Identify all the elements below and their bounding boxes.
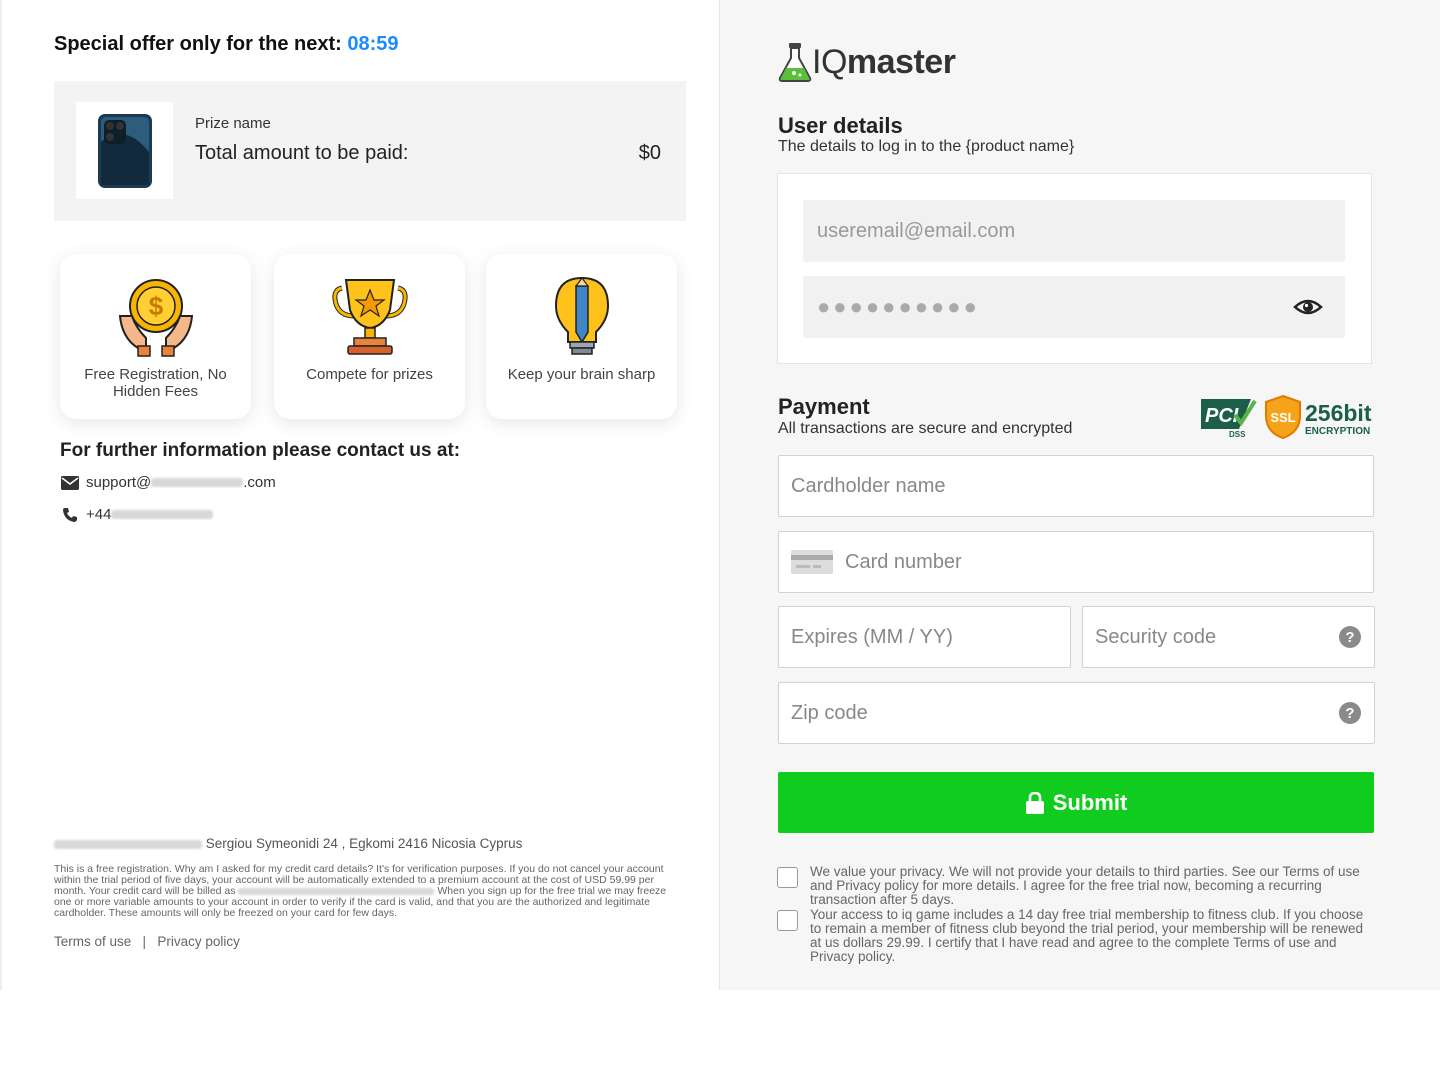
- card-number-input[interactable]: Card number: [778, 531, 1374, 593]
- contact-email: support@ .com: [60, 474, 276, 491]
- security-code-input[interactable]: Security code ?: [1082, 606, 1375, 668]
- ssl-shield-icon: SSL: [1265, 394, 1301, 440]
- address-text: Sergiou Symeonidi 24 , Egkomi 2416 Nicos…: [205, 836, 523, 851]
- credit-card-icon: [791, 550, 833, 574]
- feature-label: Compete for prizes: [306, 366, 433, 383]
- user-details-title: User details: [778, 113, 903, 138]
- card-number-placeholder: Card number: [845, 550, 962, 573]
- offer-heading: Special offer only for the next: 08:59: [54, 33, 399, 56]
- security-code-help-icon[interactable]: ?: [1339, 626, 1361, 648]
- contact-title: For further information please contact u…: [60, 440, 461, 461]
- phone-handset-icon: [60, 507, 80, 523]
- user-details-subtitle: The details to log in to the {product na…: [778, 138, 1075, 155]
- logo-master: master: [846, 42, 956, 81]
- pci-dss-badge: PCI DSS: [1201, 399, 1257, 439]
- total-label: Total amount to be paid:: [195, 142, 409, 164]
- offer-panel: Special offer only for the next: 08:59 P…: [0, 0, 720, 990]
- email-suffix: .com: [243, 474, 276, 491]
- logo-iq: IQ: [812, 42, 847, 81]
- submit-button[interactable]: Submit: [778, 772, 1374, 833]
- submit-label: Submit: [1052, 789, 1128, 815]
- feature-card-brain: Keep your brain sharp: [486, 254, 677, 419]
- lightbulb-pencil-icon: [554, 276, 609, 355]
- brand-logo: IQmaster: [778, 42, 956, 82]
- membership-consent-checkbox[interactable]: [777, 910, 798, 931]
- terms-link[interactable]: Terms of use: [54, 934, 131, 949]
- checkout-page: Special offer only for the next: 08:59 P…: [0, 0, 1440, 990]
- cardholder-placeholder: Cardholder name: [791, 474, 946, 497]
- email-placeholder: useremail@email.com: [817, 219, 1016, 242]
- payment-subtitle: All transactions are secure and encrypte…: [778, 420, 1073, 437]
- feature-cards: $ Free Registration, No Hidden Fees Comp…: [60, 254, 680, 419]
- coin-hands-icon: $: [118, 279, 193, 357]
- trophy-icon: [331, 279, 408, 355]
- privacy-consent-checkbox[interactable]: [777, 867, 798, 888]
- phone-icon: [97, 113, 152, 188]
- offer-timer: 08:59: [347, 33, 399, 55]
- feature-label: Free Registration, No Hidden Fees: [84, 366, 227, 400]
- footer-links: Terms of use | Privacy policy: [54, 934, 240, 949]
- prize-image: [76, 102, 173, 199]
- logo-text: IQmaster: [812, 42, 956, 82]
- dss-text: DSS: [1229, 430, 1246, 439]
- phone-number-redacted: [111, 510, 214, 519]
- security-code-placeholder: Security code: [1095, 625, 1217, 648]
- encryption-text: ENCRYPTION: [1305, 426, 1370, 437]
- offer-label: Special offer only for the next:: [54, 33, 342, 55]
- prize-name: Prize name: [195, 115, 271, 132]
- feature-card-prizes: Compete for prizes: [274, 254, 465, 419]
- zip-code-placeholder: Zip code: [791, 701, 868, 724]
- eye-icon[interactable]: [1293, 295, 1323, 319]
- membership-consent: Your access to iq game includes a 14 day…: [777, 908, 1372, 964]
- company-name-redacted: [54, 839, 202, 849]
- feature-label: Keep your brain sharp: [507, 366, 656, 383]
- security-badges: PCI DSS SSL 256bit ENCRYPTION: [1199, 394, 1375, 440]
- expiry-input[interactable]: Expires (MM / YY): [778, 606, 1071, 668]
- zip-code-input[interactable]: Zip code ?: [778, 682, 1375, 744]
- email-input[interactable]: useremail@email.com: [803, 200, 1345, 262]
- legal-fineprint: This is a free registration. Why am I as…: [54, 864, 686, 919]
- prize-summary: Prize name Total amount to be paid: $0: [54, 81, 686, 221]
- phone-prefix: +44: [86, 506, 112, 523]
- lock-icon: [1025, 791, 1044, 814]
- zip-code-help-icon[interactable]: ?: [1339, 702, 1361, 724]
- flask-icon: [778, 43, 812, 82]
- membership-consent-text: Your access to iq game includes a 14 day…: [810, 907, 1364, 964]
- bits-text: 256bit: [1305, 400, 1372, 426]
- email-domain-redacted: [151, 478, 244, 487]
- email-prefix: support@: [86, 474, 152, 491]
- cardholder-input[interactable]: Cardholder name: [778, 455, 1374, 517]
- svg-text:$: $: [148, 291, 163, 321]
- expiry-placeholder: Expires (MM / YY): [791, 625, 953, 648]
- privacy-consent: We value your privacy. We will not provi…: [777, 865, 1372, 907]
- privacy-link[interactable]: Privacy policy: [157, 934, 240, 949]
- password-mask: ●●●●●●●●●●: [817, 294, 980, 319]
- encryption-badge: 256bit ENCRYPTION: [1305, 400, 1372, 437]
- login-card: useremail@email.com ●●●●●●●●●●: [777, 173, 1372, 364]
- footer-separator: |: [142, 934, 147, 949]
- privacy-consent-text: We value your privacy. We will not provi…: [810, 864, 1360, 907]
- billing-descriptor-redacted: [238, 887, 435, 895]
- ssl-text: SSL: [1270, 410, 1295, 425]
- total-amount: $0: [638, 142, 661, 164]
- mail-icon: [60, 475, 80, 491]
- company-address: Sergiou Symeonidi 24 , Egkomi 2416 Nicos…: [54, 836, 522, 851]
- contact-phone: +44: [60, 506, 214, 523]
- payment-title: Payment: [778, 394, 870, 419]
- password-input[interactable]: ●●●●●●●●●●: [803, 276, 1345, 338]
- feature-card-registration: $ Free Registration, No Hidden Fees: [60, 254, 251, 419]
